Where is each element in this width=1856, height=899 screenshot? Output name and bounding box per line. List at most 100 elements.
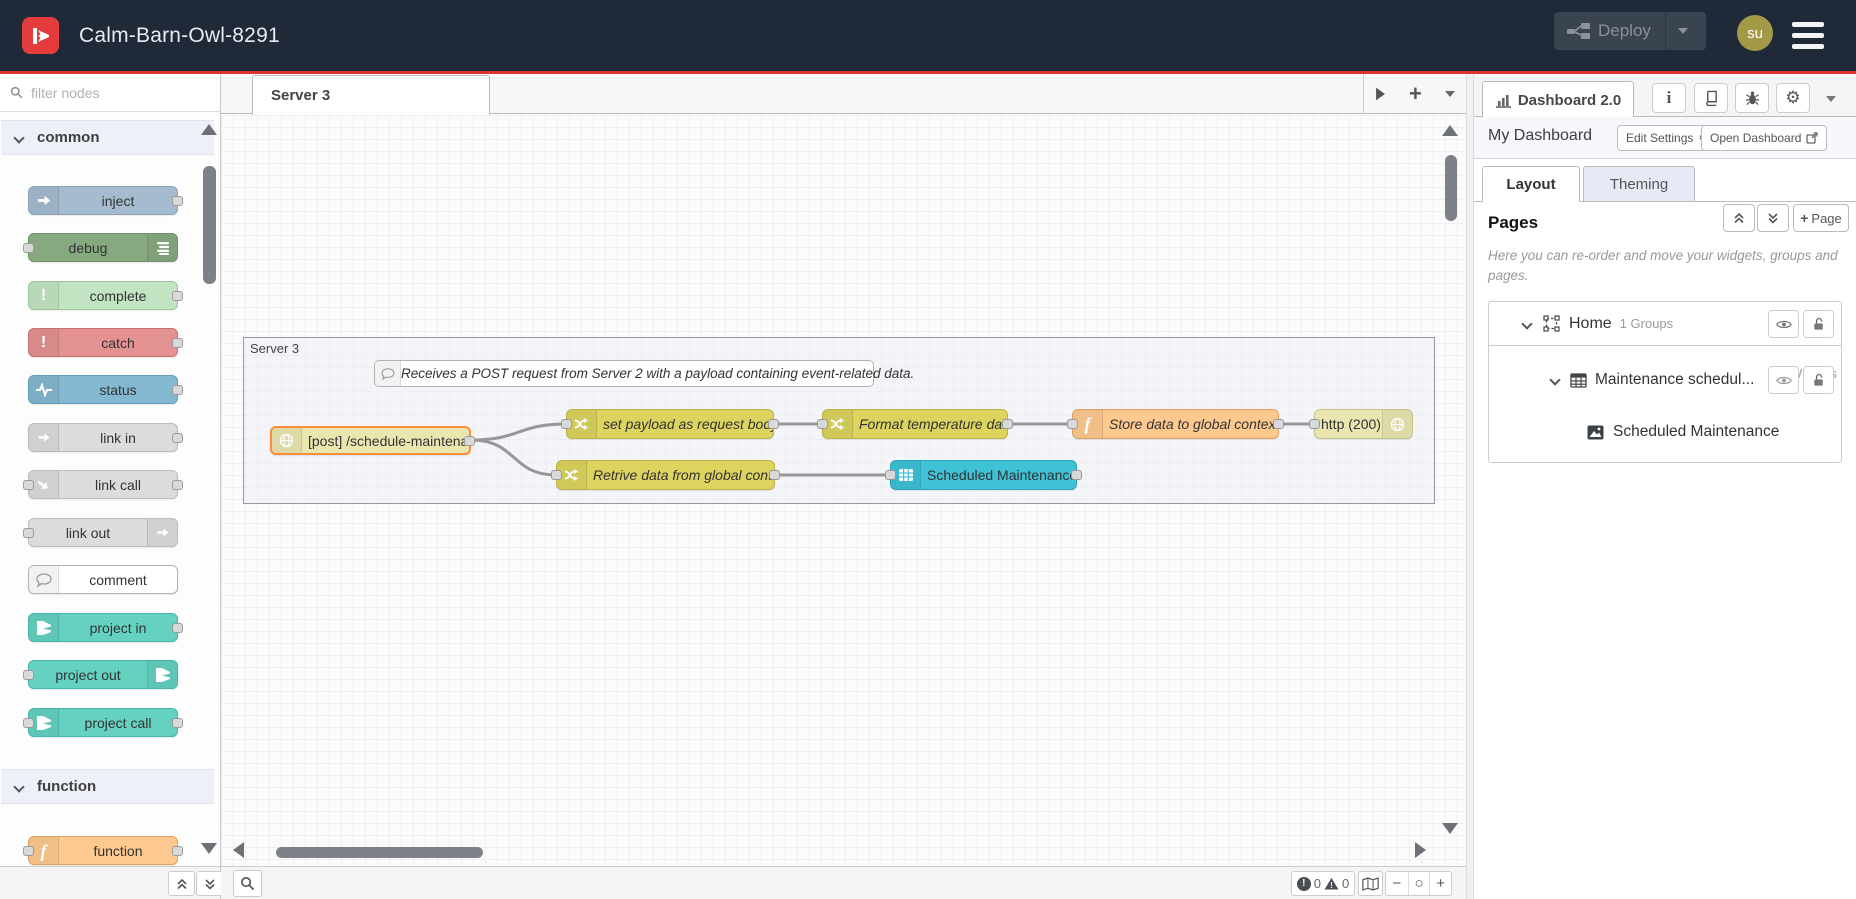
deploy-button[interactable]: Deploy <box>1554 12 1706 50</box>
port[interactable] <box>768 419 779 429</box>
flow-status-counts[interactable]: ! 0 ! 0 <box>1291 871 1355 896</box>
port[interactable] <box>551 470 562 480</box>
palette-node-status[interactable]: status <box>28 375 183 404</box>
port[interactable] <box>23 242 34 253</box>
page-visibility-button[interactable] <box>1768 310 1799 338</box>
port[interactable] <box>561 419 572 429</box>
page-layout-icon <box>1543 315 1560 332</box>
chevron-down-icon[interactable] <box>1549 374 1561 386</box>
port[interactable] <box>172 432 183 443</box>
palette-node-project-call[interactable]: project call <box>23 708 183 737</box>
help-tab-button[interactable] <box>1694 83 1728 113</box>
sidebar-tab-dashboard[interactable]: Dashboard 2.0 <box>1482 81 1634 118</box>
palette-node-link-in[interactable]: link in <box>28 423 183 452</box>
debug-tab-button[interactable] <box>1735 83 1769 113</box>
dashboard-name: My Dashboard <box>1488 127 1593 144</box>
port[interactable] <box>23 669 34 680</box>
palette-search[interactable] <box>0 74 220 112</box>
group-visibility-button[interactable] <box>1768 366 1799 394</box>
flow-node-store-global[interactable]: f Store data to global context <box>1067 409 1284 439</box>
config-tab-button[interactable]: ⚙ <box>1776 83 1810 113</box>
deploy-label: Deploy <box>1598 21 1651 40</box>
port[interactable] <box>23 527 34 538</box>
palette-node-catch[interactable]: ! catch <box>28 328 183 357</box>
port[interactable] <box>172 479 183 490</box>
sidebar-resize-handle[interactable] <box>1466 74 1474 899</box>
flow-canvas[interactable]: Server 3 Receives a POST request from Se… <box>221 115 1466 866</box>
flow-node-format-temperature[interactable]: Format temperature data. <box>817 409 1013 439</box>
navigator-map-button[interactable] <box>1358 871 1383 896</box>
zoom-out-button[interactable]: − <box>1386 872 1408 895</box>
flow-node-set-payload[interactable]: set payload as request body <box>561 409 779 439</box>
sidebar-more-tabs-caret[interactable] <box>1826 96 1836 102</box>
add-page-button[interactable]: + Page <box>1793 204 1849 232</box>
flow-tab-server-3[interactable]: Server 3 <box>252 75 490 115</box>
flow-node-retrieve-global[interactable]: Retrive data from global context <box>551 460 780 490</box>
palette-filter-input[interactable] <box>31 84 181 101</box>
open-dashboard-button[interactable]: Open Dashboard <box>1701 125 1828 151</box>
user-avatar[interactable]: su <box>1737 15 1773 51</box>
port[interactable] <box>769 470 780 480</box>
node-red-logo-icon <box>22 17 59 54</box>
palette-node-link-out[interactable]: link out <box>23 518 178 547</box>
palette-node-function[interactable]: f function <box>23 836 183 865</box>
palette-node-link-call[interactable]: link call <box>23 470 183 499</box>
port[interactable] <box>1067 419 1078 429</box>
palette-node-debug[interactable]: debug <box>23 233 178 262</box>
palette-node-complete[interactable]: ! complete <box>28 281 183 310</box>
port[interactable] <box>23 479 34 490</box>
palette-node-project-out[interactable]: project out <box>23 660 178 689</box>
next-tab-icon[interactable] <box>1376 87 1386 101</box>
add-flow-button[interactable]: + <box>1409 83 1422 105</box>
port[interactable] <box>172 845 183 856</box>
palette-node-project-in[interactable]: project in <box>28 613 183 642</box>
port[interactable] <box>1309 419 1320 429</box>
flow-list-caret[interactable] <box>1444 91 1455 97</box>
collapse-pages-button[interactable] <box>1723 204 1755 232</box>
globe-icon <box>272 428 302 453</box>
port[interactable] <box>172 622 183 633</box>
palette-scrollbar-thumb[interactable] <box>203 166 216 284</box>
group-lock-button[interactable] <box>1803 366 1834 394</box>
flow-node-http-in[interactable]: [post] /schedule-maintenance <box>270 426 475 455</box>
palette-node-comment[interactable]: comment <box>28 565 178 594</box>
zoom-in-button[interactable]: + <box>1429 872 1451 895</box>
port[interactable] <box>1002 419 1013 429</box>
main-menu-button[interactable] <box>1792 22 1824 49</box>
info-tab-button[interactable]: i <box>1652 83 1686 113</box>
palette-node-inject[interactable]: inject <box>28 186 183 215</box>
chevron-down-icon[interactable] <box>1521 317 1533 330</box>
flow-node-ui-table[interactable]: Scheduled Maintenance <box>885 460 1082 490</box>
expand-pages-button[interactable] <box>1757 204 1789 232</box>
port[interactable] <box>1273 419 1284 429</box>
error-count: 0 <box>1313 876 1321 891</box>
tree-row-page-home[interactable]: Home 1 Groups <box>1489 302 1841 346</box>
palette-scroll-down[interactable] <box>201 843 217 854</box>
flow-node-comment[interactable]: Receives a POST request from Server 2 wi… <box>374 360 914 387</box>
palette-collapse-all-button[interactable] <box>168 871 195 896</box>
bug-icon <box>1745 91 1759 106</box>
port[interactable] <box>817 419 828 429</box>
port[interactable] <box>172 195 183 206</box>
tab-theming[interactable]: Theming <box>1583 166 1695 202</box>
port[interactable] <box>172 290 183 301</box>
palette-category-function[interactable]: function <box>1 769 214 804</box>
palette-expand-all-button[interactable] <box>196 871 223 896</box>
port[interactable] <box>172 337 183 348</box>
flow-node-http-response[interactable]: http (200) <box>1309 409 1413 439</box>
tab-layout[interactable]: Layout <box>1482 166 1580 202</box>
page-lock-button[interactable] <box>1803 310 1834 338</box>
canvas-search-button[interactable] <box>233 870 262 897</box>
port[interactable] <box>172 717 183 728</box>
port[interactable] <box>464 435 475 446</box>
palette-category-common[interactable]: common <box>1 120 214 155</box>
zoom-reset-button[interactable]: ○ <box>1407 872 1430 895</box>
port[interactable] <box>885 470 896 480</box>
deploy-dropdown-caret[interactable] <box>1677 28 1688 34</box>
palette-scroll-up[interactable] <box>201 124 217 135</box>
port[interactable] <box>23 717 34 728</box>
port[interactable] <box>1071 470 1082 480</box>
port[interactable] <box>172 384 183 395</box>
tree-row-widget-scheduled-maintenance[interactable]: Scheduled Maintenance <box>1489 414 1841 450</box>
port[interactable] <box>23 845 34 856</box>
